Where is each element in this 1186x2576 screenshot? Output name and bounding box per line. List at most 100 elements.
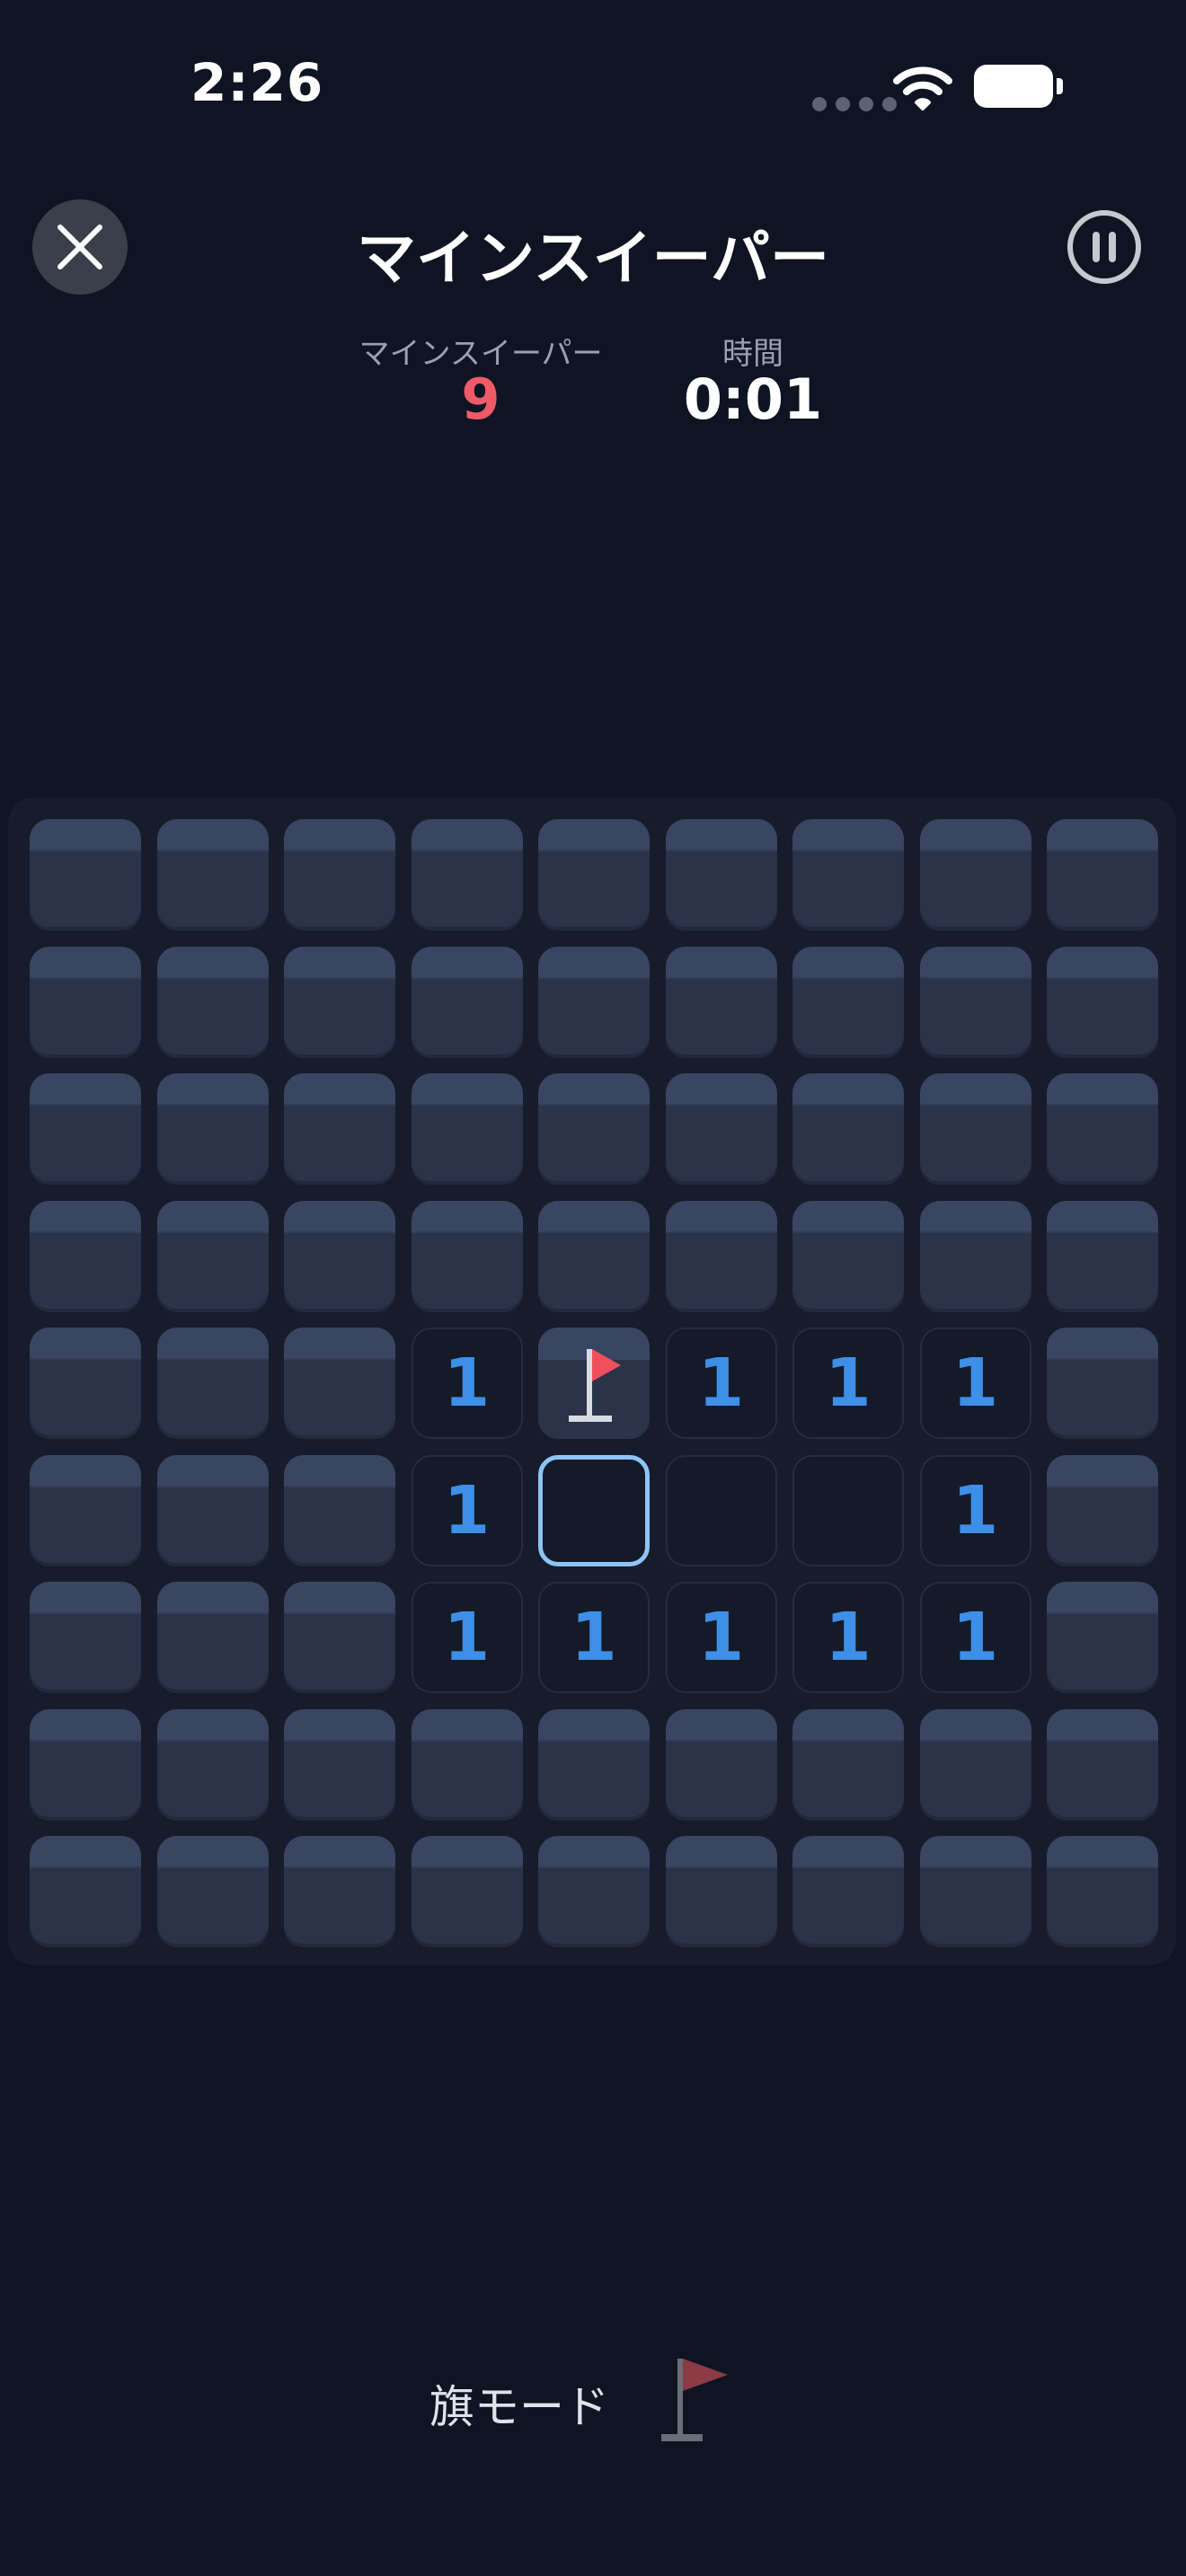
hidden-cell[interactable] [792, 819, 904, 931]
flag-mode-label: 旗モード [429, 2381, 609, 2433]
hidden-cell[interactable] [284, 819, 395, 931]
revealed-cell[interactable]: 1 [919, 1582, 1031, 1693]
revealed-cell[interactable]: 1 [665, 1582, 777, 1693]
revealed-cell[interactable]: 1 [665, 1328, 777, 1439]
hidden-cell[interactable] [156, 946, 269, 1058]
hidden-cell[interactable] [284, 946, 395, 1058]
hidden-cell[interactable] [919, 1836, 1031, 1947]
hidden-cell[interactable] [1047, 946, 1158, 1058]
hidden-cell[interactable] [411, 1200, 523, 1312]
hidden-cell[interactable] [30, 1582, 141, 1693]
hidden-cell[interactable] [30, 819, 141, 931]
hidden-cell[interactable] [665, 1200, 777, 1312]
hidden-cell[interactable] [538, 1073, 650, 1185]
hidden-cell[interactable] [792, 1836, 904, 1947]
hidden-cell[interactable] [538, 1708, 650, 1821]
revealed-cell[interactable]: 1 [919, 1454, 1031, 1566]
hidden-cell[interactable] [665, 946, 777, 1058]
pause-button[interactable] [1066, 208, 1143, 286]
hidden-cell[interactable] [665, 1836, 777, 1947]
hidden-cell[interactable] [156, 819, 269, 931]
revealed-cell[interactable]: 1 [411, 1582, 523, 1693]
flag-mode-toggle[interactable] [656, 2351, 737, 2445]
hidden-cell[interactable] [538, 1836, 650, 1947]
hidden-cell[interactable] [30, 1454, 141, 1566]
pause-icon [1067, 210, 1141, 284]
hidden-cell[interactable] [411, 819, 523, 931]
revealed-cell[interactable]: 1 [919, 1328, 1031, 1439]
hidden-cell[interactable] [792, 1708, 904, 1821]
revealed-cell[interactable] [792, 1454, 904, 1566]
hidden-cell[interactable] [665, 819, 777, 931]
hidden-cell[interactable] [919, 819, 1031, 931]
hidden-cell[interactable] [1047, 1200, 1158, 1312]
hidden-cell[interactable] [30, 1200, 141, 1312]
hidden-cell[interactable] [156, 1200, 269, 1312]
hidden-cell[interactable] [156, 1836, 269, 1947]
cell-number: 1 [697, 1345, 745, 1422]
hidden-cell[interactable] [1047, 1836, 1158, 1947]
hidden-cell[interactable] [284, 1454, 395, 1566]
hidden-cell[interactable] [919, 1073, 1031, 1185]
timer-value: 0:01 [683, 366, 823, 432]
revealed-cell[interactable]: 1 [411, 1454, 523, 1566]
flag-icon [661, 2359, 728, 2441]
hidden-cell[interactable] [919, 946, 1031, 1058]
revealed-cell[interactable]: 1 [792, 1328, 904, 1439]
cell-number: 1 [443, 1471, 491, 1549]
hidden-cell[interactable] [284, 1582, 395, 1693]
mine-counter-value: 9 [461, 366, 500, 432]
game-board: 1 1 1 1 1 1 1 1 1 1 1 [8, 798, 1176, 1965]
hidden-cell[interactable] [792, 1200, 904, 1312]
hidden-cell[interactable] [284, 1200, 395, 1312]
hidden-cell[interactable] [919, 1200, 1031, 1312]
selected-cell[interactable] [538, 1454, 650, 1566]
revealed-cell[interactable]: 1 [538, 1582, 650, 1693]
hidden-cell[interactable] [665, 1073, 777, 1185]
hidden-cell[interactable] [538, 946, 650, 1058]
hidden-cell[interactable] [665, 1708, 777, 1821]
cell-number: 1 [951, 1599, 999, 1676]
hidden-cell[interactable] [156, 1328, 269, 1439]
flagged-cell[interactable] [538, 1328, 650, 1439]
hidden-cell[interactable] [30, 1708, 141, 1821]
hidden-cell[interactable] [919, 1708, 1031, 1821]
status-time: 2:26 [190, 52, 324, 113]
hidden-cell[interactable] [30, 1328, 141, 1439]
hidden-cell[interactable] [1047, 1328, 1158, 1439]
revealed-cell[interactable]: 1 [792, 1582, 904, 1693]
cell-number: 1 [571, 1599, 617, 1676]
hidden-cell[interactable] [156, 1454, 269, 1566]
hidden-cell[interactable] [284, 1708, 395, 1821]
hidden-cell[interactable] [792, 946, 904, 1058]
hidden-cell[interactable] [411, 1836, 523, 1947]
hidden-cell[interactable] [411, 1073, 523, 1185]
hidden-cell[interactable] [30, 1836, 141, 1947]
cellular-signal-icon [812, 97, 898, 113]
hidden-cell[interactable] [284, 1328, 395, 1439]
hidden-cell[interactable] [284, 1836, 395, 1947]
hidden-cell[interactable] [156, 1582, 269, 1693]
revealed-cell[interactable] [665, 1454, 777, 1566]
hidden-cell[interactable] [156, 1073, 269, 1185]
hidden-cell[interactable] [30, 946, 141, 1058]
hidden-cell[interactable] [792, 1073, 904, 1185]
cell-number: 1 [951, 1345, 999, 1422]
hidden-cell[interactable] [1047, 1454, 1158, 1566]
cell-number: 1 [443, 1599, 491, 1676]
hidden-cell[interactable] [411, 1708, 523, 1821]
hidden-cell[interactable] [1047, 1073, 1158, 1185]
hidden-cell[interactable] [156, 1708, 269, 1821]
hidden-cell[interactable] [411, 946, 523, 1058]
hidden-cell[interactable] [538, 1200, 650, 1312]
hidden-cell[interactable] [1047, 1708, 1158, 1821]
hidden-cell[interactable] [30, 1073, 141, 1185]
cell-number: 1 [825, 1345, 872, 1422]
flag-icon [569, 1349, 621, 1422]
hidden-cell[interactable] [1047, 1582, 1158, 1693]
hidden-cell[interactable] [284, 1073, 395, 1185]
hidden-cell[interactable] [538, 819, 650, 931]
hidden-cell[interactable] [1047, 819, 1158, 931]
revealed-cell[interactable]: 1 [411, 1328, 523, 1439]
cell-number: 1 [697, 1599, 745, 1676]
